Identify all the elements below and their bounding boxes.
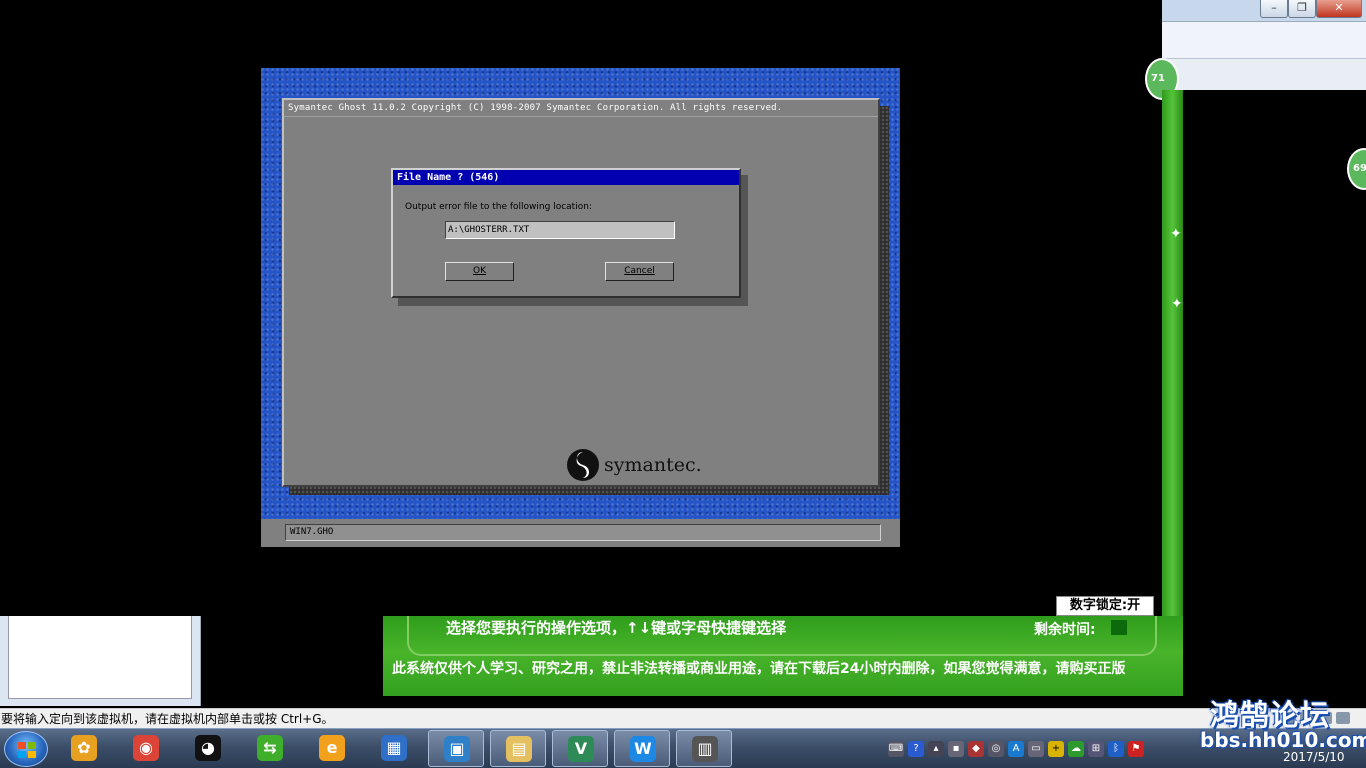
device-icon[interactable]: ▪ [948, 741, 964, 757]
ghost-status-file: WIN7.GHO [285, 524, 881, 541]
taskbar-item-vmware[interactable]: ▣ [428, 730, 484, 767]
close-button[interactable]: ✕ [1316, 0, 1362, 18]
watermark-url: bbs.hh010.com [1200, 728, 1366, 752]
taskbar: ✿ ◉ ◕ ⇆ e ▦ ▣ ▤ V W ▥ ⌨ ? ▴ ▪ ◆ ◎ A ▭ + ☁ ⊞ ᛒ ⚑ 20… [0, 728, 1366, 768]
cloud-icon[interactable]: ☁ [1068, 741, 1084, 757]
explorer-icon: ▤ [506, 736, 532, 762]
taskbar-item-browser[interactable]: e [304, 730, 360, 767]
taskbar-item-360[interactable]: ⇆ [242, 730, 298, 767]
360-icon: ⇆ [257, 735, 283, 761]
file-name-dialog: File Name ? (546) Output error file to t… [391, 168, 741, 298]
tray-expand-icon[interactable]: ▴ [928, 741, 944, 757]
minimize-button[interactable]: – [1260, 0, 1288, 18]
antivirus-icon[interactable]: ◆ [968, 741, 984, 757]
qq-icon: ◕ [195, 735, 221, 761]
start-button[interactable] [4, 731, 48, 767]
plus-icon[interactable]: + [1048, 741, 1064, 757]
boot-menu-prompt: 选择您要执行的操作选项，↑↓键或字母快捷键选择 [446, 619, 787, 637]
bluetooth-icon[interactable]: ᛒ [1108, 741, 1124, 757]
left-window-content [8, 616, 192, 699]
sparkle-icon: ✦ [1171, 296, 1183, 312]
symantec-logo-icon [567, 449, 599, 481]
dialog-label: Output error file to the following locat… [405, 202, 592, 212]
network-tray-icon[interactable]: ◎ [988, 741, 1004, 757]
remaining-time-value [1111, 620, 1127, 635]
vmware-status-text: 要将输入定向到该虚拟机，请在虚拟机内部单击或按 Ctrl+G。 [1, 712, 334, 726]
symantec-wordmark: symantec. [604, 454, 702, 476]
ok-button[interactable]: OK [445, 262, 514, 281]
input-method-icon[interactable]: ⊞ [1088, 741, 1104, 757]
left-window [0, 616, 201, 706]
browser-icon: e [319, 735, 345, 761]
taskbar-item-pinwheel[interactable]: ✿ [56, 730, 112, 767]
vmware-status-bar: 要将输入定向到该虚拟机，请在虚拟机内部单击或按 Ctrl+G。 [0, 708, 1366, 728]
desktop: { "ghost": { "title": "Symantec Ghost 11… [0, 0, 1366, 768]
maximize-button[interactable]: ❐ [1288, 0, 1316, 18]
autodesk-icon[interactable]: A [1008, 741, 1024, 757]
taskbar-item-explorer[interactable]: ▤ [490, 730, 546, 767]
ghost-title-bar: Symantec Ghost 11.0.2 Copyright (C) 1998… [284, 100, 878, 117]
boot-menu-panel: 选择您要执行的操作选项，↑↓键或字母快捷键选择 剩余时间: 此系统仅供个人学习、… [383, 616, 1183, 696]
pinwheel-icon: ✿ [71, 735, 97, 761]
vmware-icon: ▣ [444, 736, 470, 762]
dialog-title: File Name ? (546) [393, 170, 739, 185]
monitor-icon[interactable]: ▭ [1028, 741, 1044, 757]
boot-menu-notice: 此系统仅供个人学习、研究之用，禁止非法转播或商业用途，请在下载后24小时内删除，… [392, 661, 1126, 677]
forum-watermark: 鸿鹄论坛 bbs.hh010.com [1198, 692, 1366, 762]
green-strip [1162, 90, 1183, 616]
wps-icon: W [630, 736, 656, 762]
taskbar-item-qq[interactable]: ◕ [180, 730, 236, 767]
numlock-indicator: 数字锁定:开 [1056, 596, 1154, 616]
cancel-button[interactable]: Cancel [605, 262, 674, 281]
help-icon[interactable]: ? [908, 741, 924, 757]
error-file-path-input[interactable]: A:\GHOSTERR.TXT [445, 221, 675, 239]
flag-icon[interactable]: ⚑ [1128, 741, 1144, 757]
symantec-logo: symantec. [567, 449, 702, 481]
remaining-time-label: 剩余时间: [1034, 622, 1096, 638]
taskbar-item-book[interactable]: ▥ [676, 730, 732, 767]
windows-logo-icon [18, 742, 36, 758]
keyboard-icon[interactable]: ⌨ [888, 741, 904, 757]
taskbar-item-chrome[interactable]: ◉ [118, 730, 174, 767]
background-window-titlebar: – ❐ ✕ [1162, 0, 1366, 22]
system-tray: ⌨ ? ▴ ▪ ◆ ◎ A ▭ + ☁ ⊞ ᛒ ⚑ [888, 739, 1144, 759]
taskbar-item-vtool[interactable]: V [552, 730, 608, 767]
chrome-icon: ◉ [133, 735, 159, 761]
taskbar-item-film[interactable]: ▦ [366, 730, 422, 767]
background-window-toolbar [1162, 58, 1366, 90]
side-badge: 69 [1347, 148, 1366, 190]
taskbar-item-wps[interactable]: W [614, 730, 670, 767]
film-icon: ▦ [381, 735, 407, 761]
vtool-icon: V [568, 736, 594, 762]
sparkle-icon: ✦ [1170, 226, 1182, 242]
book-icon: ▥ [692, 736, 718, 762]
ghost-status-bar: WIN7.GHO [261, 519, 900, 547]
